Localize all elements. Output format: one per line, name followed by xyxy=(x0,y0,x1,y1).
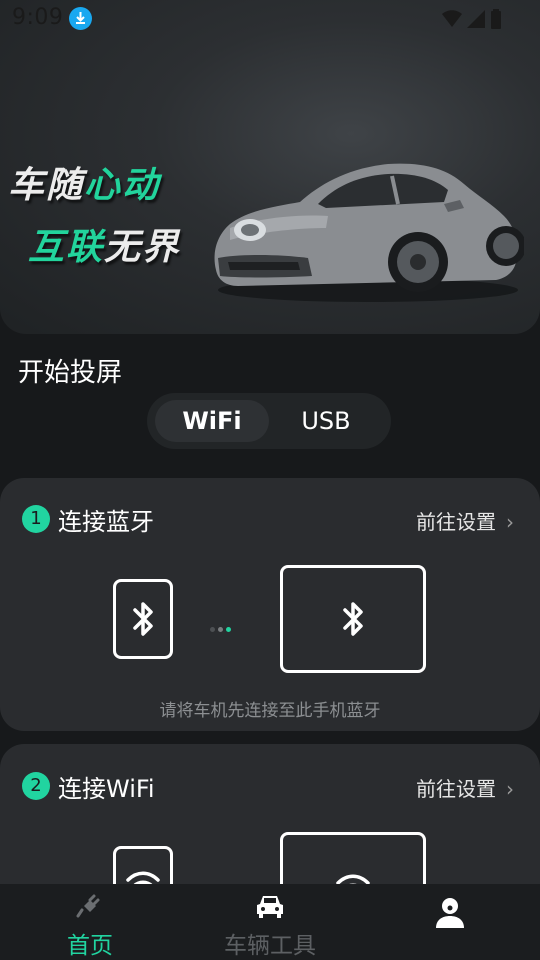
step-badge: 1 xyxy=(22,505,50,533)
status-bar: 9:09 xyxy=(0,0,540,36)
card-title: 连接WiFi xyxy=(58,775,155,803)
slogan-text-accent: 心动 xyxy=(84,165,161,206)
profile-icon xyxy=(436,898,464,928)
nav-label: 首页 xyxy=(67,933,113,959)
chevron-right-icon: › xyxy=(506,777,514,801)
status-icons xyxy=(441,8,502,29)
wifi-icon xyxy=(441,9,462,27)
go-settings-link[interactable]: 前往设置 › xyxy=(416,773,514,802)
nav-item-home[interactable]: 首页 xyxy=(0,884,180,960)
slogan-line-1: 车随心动 xyxy=(8,156,160,208)
battery-icon xyxy=(491,8,501,29)
signal-icon xyxy=(466,9,485,28)
hero-banner: 车随心动 互联无界 xyxy=(0,0,540,334)
bluetooth-step-card: 1 连接蓝牙 前往设置 › 请将车机先连接至此手机蓝牙 xyxy=(0,478,540,731)
connection-dots xyxy=(210,617,234,636)
go-settings-label: 前往设置 xyxy=(416,777,496,801)
card-title: 连接蓝牙 xyxy=(58,508,154,536)
dot xyxy=(210,627,215,632)
car-image xyxy=(214,163,524,302)
nav-item-profile[interactable] xyxy=(360,884,540,960)
dot xyxy=(218,627,223,632)
section-title: 开始投屏 xyxy=(18,358,123,388)
car-icon xyxy=(257,896,283,918)
go-settings-label: 前往设置 xyxy=(416,510,496,534)
bluetooth-icon xyxy=(133,602,153,636)
nav-item-vehicle-tools[interactable]: 车辆工具 xyxy=(180,884,360,960)
slogan-text: 无界 xyxy=(104,227,181,268)
card-hint: 请将车机先连接至此手机蓝牙 xyxy=(159,701,381,721)
chevron-right-icon: › xyxy=(506,510,514,534)
connection-mode-toggle: WiFi USB xyxy=(147,393,391,449)
dot-active xyxy=(226,627,231,632)
status-time: 9:09 xyxy=(12,5,64,30)
car-screen-box xyxy=(280,565,426,673)
slogan-text: 车随 xyxy=(8,165,85,206)
bluetooth-icon xyxy=(343,602,363,636)
mode-option-wifi[interactable]: WiFi xyxy=(155,400,269,442)
bottom-nav: 首页 车辆工具 xyxy=(0,884,540,960)
go-settings-link[interactable]: 前往设置 › xyxy=(416,506,514,535)
phone-device-box xyxy=(113,579,173,659)
download-icon xyxy=(69,7,92,30)
plug-icon xyxy=(76,894,100,918)
step-badge: 2 xyxy=(22,772,50,800)
slogan-text-accent: 互联 xyxy=(28,227,105,268)
nav-label: 车辆工具 xyxy=(224,933,316,959)
slogan-line-2: 互联无界 xyxy=(28,218,180,270)
mode-option-usb[interactable]: USB xyxy=(269,400,383,442)
